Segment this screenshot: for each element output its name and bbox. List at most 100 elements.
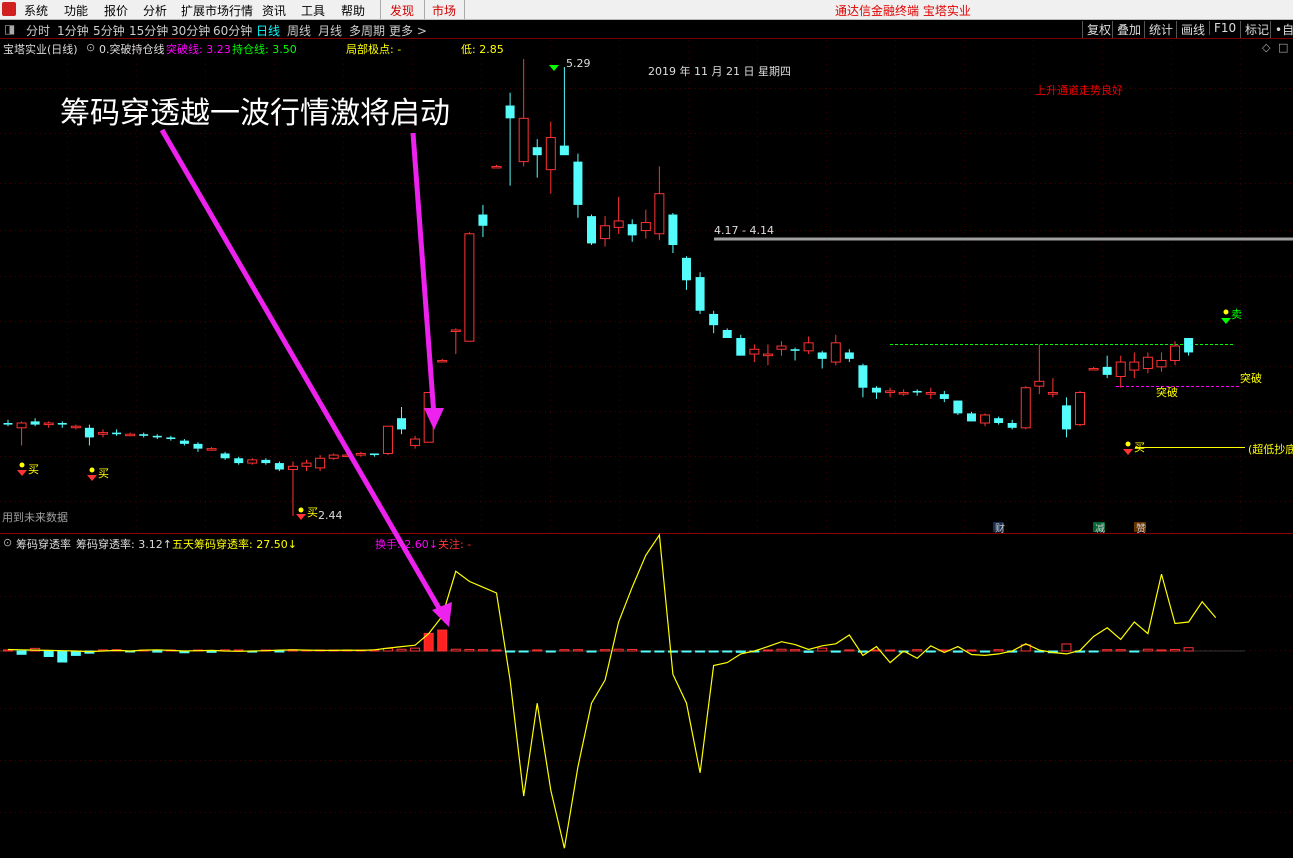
candle-body — [830, 342, 841, 363]
penetration-bar — [980, 650, 991, 653]
candle-body — [328, 454, 339, 459]
candle-body — [166, 437, 176, 440]
reduce-badge-label: 减 — [1095, 524, 1105, 535]
buy-arrow-icon — [17, 470, 27, 476]
penetration-panel — [0, 533, 1245, 849]
price-line-label: 4.17 - 4.14 — [714, 224, 774, 237]
signal-markers — [17, 65, 1231, 532]
ultra-low-label: (超低抄底 — [1248, 443, 1293, 456]
penetration-bar — [477, 649, 488, 652]
candle-body — [939, 394, 949, 399]
candle-body — [206, 448, 217, 451]
buy-dot-icon — [298, 507, 304, 513]
sell-arrow-icon — [1221, 318, 1231, 324]
candle-body — [1129, 361, 1140, 371]
turnover-value: 换手: 2.60↓ — [375, 538, 438, 551]
penetration-bar — [206, 650, 217, 653]
candle-body — [709, 313, 719, 326]
candle-body — [817, 352, 827, 359]
window-close-icon[interactable]: □ — [1278, 41, 1288, 54]
praise-badge-label: 赞 — [1136, 524, 1146, 535]
finance-badge-label: 财 — [995, 524, 1005, 535]
candle-body — [559, 145, 569, 156]
candle-body — [464, 233, 475, 342]
candle-body — [1184, 338, 1194, 353]
candle-body — [315, 457, 326, 469]
penetration-bar — [532, 649, 543, 652]
candle-body — [125, 433, 136, 437]
candle-body — [491, 165, 502, 169]
candle-body — [627, 224, 637, 236]
candle-body — [803, 342, 814, 352]
buy-arrow-icon — [296, 514, 306, 520]
indicator-settings-icon[interactable]: ⊙ — [86, 41, 95, 54]
candle-body — [450, 329, 461, 332]
candle-body — [1142, 356, 1153, 369]
five-day-line — [7, 533, 1217, 849]
penetration-bar — [152, 650, 163, 653]
candle-body — [437, 359, 448, 363]
candle-body — [397, 418, 407, 430]
diamond-icon[interactable]: ◇ — [1262, 41, 1270, 54]
candle-body — [1156, 359, 1167, 368]
attention-value: 关注: - — [438, 538, 472, 551]
candle-body — [1102, 366, 1112, 375]
penetration-bar — [396, 648, 407, 652]
candle-body — [545, 137, 556, 171]
penetration-bar — [274, 650, 285, 653]
penetration-bar — [708, 650, 719, 653]
candle-body — [844, 352, 854, 359]
penetration-bar — [518, 650, 529, 653]
penetration-bar — [667, 650, 678, 653]
penetration-bar — [640, 650, 651, 653]
candle-body — [518, 117, 529, 163]
candle-body — [3, 422, 13, 425]
candle-body — [43, 422, 54, 426]
candle-body — [220, 453, 230, 459]
penetration-bar — [1156, 649, 1167, 652]
penetration-bar — [993, 649, 1004, 652]
penetration-bar — [830, 650, 841, 653]
candle-body — [1047, 392, 1058, 395]
penetration-bar — [505, 650, 516, 653]
five-day-value: 五天筹码穿透率: 27.50↓ — [172, 538, 297, 551]
candle-body — [587, 216, 597, 244]
candle-body — [776, 345, 787, 350]
subpanel-settings-icon[interactable]: ⊙ — [3, 536, 12, 549]
penetration-bar — [735, 650, 746, 653]
candle-body — [695, 277, 705, 311]
candle-body — [152, 435, 162, 438]
penetration-bar — [437, 629, 448, 652]
breakout-line-value: 突破线: 3.23 — [166, 43, 231, 56]
penetration-bar — [790, 649, 801, 652]
candle-body — [1115, 361, 1126, 377]
candle-body — [287, 465, 298, 470]
candle-body — [925, 392, 936, 395]
penetration-bar — [613, 648, 624, 652]
penetration-bar — [803, 650, 814, 653]
candle-body — [668, 214, 678, 246]
low-price-label: 2.44 — [318, 509, 343, 522]
future-data-note: 用到未来数据 — [2, 511, 68, 524]
candle-body — [369, 453, 379, 456]
buy-dot-icon — [1125, 441, 1131, 447]
penetration-bar — [450, 648, 461, 652]
candle-body — [654, 193, 665, 235]
candle-body — [478, 214, 488, 226]
penetration-bar — [762, 649, 773, 652]
trend-note: 上升通道走势良好 — [1035, 84, 1123, 97]
candle-body — [749, 348, 760, 355]
candle-body — [966, 413, 976, 422]
high-price-label: 5.29 — [566, 57, 591, 70]
buy-signal-label: 买 — [28, 463, 39, 476]
candle-body — [234, 458, 244, 464]
candle-body — [70, 425, 81, 429]
penetration-bar — [925, 650, 936, 653]
candle-body — [573, 161, 583, 205]
penetration-bar — [912, 649, 923, 652]
candle-body — [382, 425, 393, 454]
candle-body — [247, 459, 258, 464]
buy-arrow-icon — [1123, 449, 1133, 455]
annotation-arrow-short — [410, 132, 437, 417]
candle-body — [600, 225, 611, 240]
